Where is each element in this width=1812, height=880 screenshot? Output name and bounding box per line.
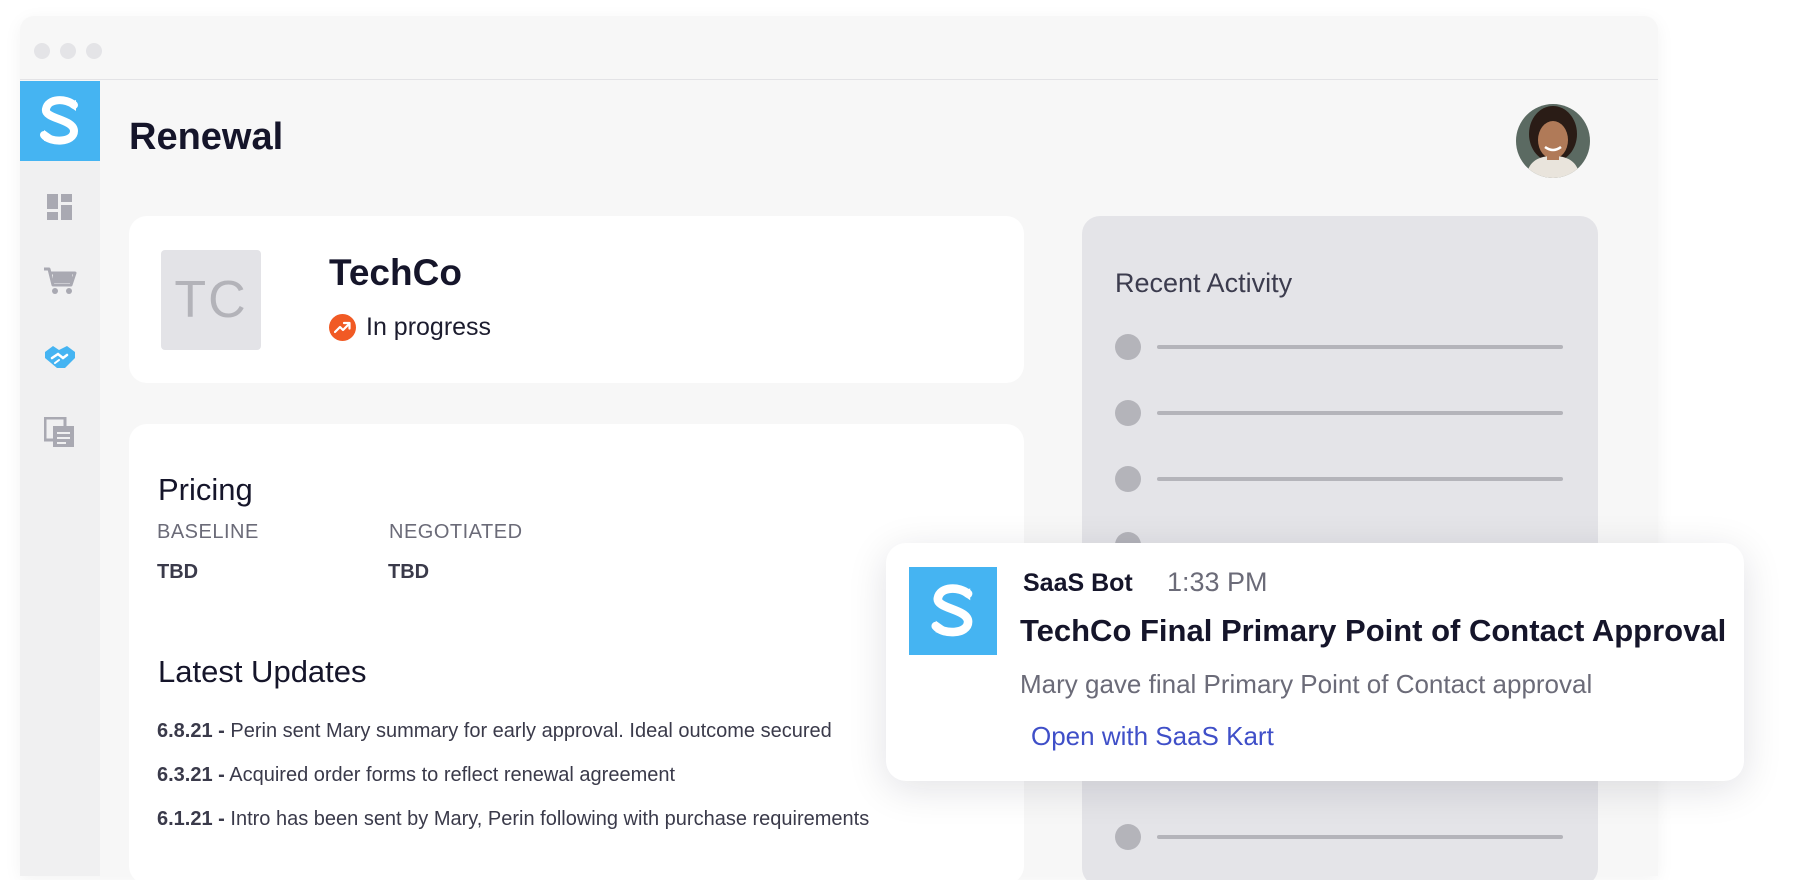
status-label: In progress [366,313,492,341]
activity-item-placeholder [1115,334,1563,360]
update-item: 6.3.21 - Acquired order forms to reflect… [157,764,675,787]
update-text: Intro has been sent by Mary, Perin follo… [224,808,870,830]
bot-timestamp: 1:33 PM [1167,567,1268,597]
activity-dot [1115,400,1141,426]
activity-line [1157,345,1563,349]
pricing-heading: Pricing [158,472,253,507]
activity-line [1157,411,1563,415]
activity-item-placeholder [1115,466,1563,492]
negotiated-value: TBD [388,561,430,583]
handshake-icon [45,346,75,368]
documents-icon [44,417,74,447]
company-card: TC TechCo In progress [129,216,1024,383]
bot-sender-name: SaaS Bot [1023,569,1133,597]
activity-dot [1115,334,1141,360]
company-name: TechCo [329,252,462,293]
activity-item-placeholder [1115,400,1563,426]
activity-dot [1115,466,1141,492]
saas-bot-logo [909,567,997,655]
sidebar-item-cart[interactable] [42,263,78,299]
update-date: 6.8.21 - [157,720,225,742]
update-text: Acquired order forms to reflect renewal … [224,764,676,786]
update-date: 6.1.21 - [157,808,225,830]
negotiated-label: NEGOTIATED [389,521,523,543]
open-with-saas-kart-link[interactable]: Open with SaaS Kart [1031,721,1274,752]
activity-line [1157,835,1563,839]
update-text: Perin sent Mary summary for early approv… [224,720,832,742]
cart-icon [44,267,77,294]
user-avatar[interactable] [1516,104,1590,178]
update-item: 6.1.21 - Intro has been sent by Mary, Pe… [157,808,869,831]
trending-up-icon [329,314,356,341]
company-initials-avatar: TC [161,250,261,350]
notification-body: Mary gave final Primary Point of Contact… [1020,669,1593,699]
sidebar-item-documents[interactable] [42,415,78,451]
window-close-dot[interactable] [34,43,50,59]
update-date: 6.3.21 - [157,764,225,786]
sidebar-item-renewals[interactable] [42,339,78,375]
dashboard-icon [47,194,72,220]
latest-updates-heading: Latest Updates [158,654,367,689]
user-avatar-image [1516,104,1590,178]
sidebar-item-dashboard[interactable] [42,189,78,225]
window-minimize-dot[interactable] [60,43,76,59]
recent-activity-title: Recent Activity [1115,268,1293,298]
notification-title: TechCo Final Primary Point of Contact Ap… [1020,613,1727,648]
page-title: Renewal [129,116,284,158]
bot-notification[interactable]: SaaS Bot 1:33 PM TechCo Final Primary Po… [886,543,1744,781]
activity-line [1157,477,1563,481]
s-logo-icon [40,96,79,145]
activity-dot [1115,824,1141,850]
window-titlebar [20,16,1658,80]
activity-item-placeholder [1115,824,1563,850]
baseline-value: TBD [157,561,199,583]
update-item: 6.8.21 - Perin sent Mary summary for ear… [157,720,832,743]
window-maximize-dot[interactable] [86,43,102,59]
baseline-label: BASELINE [157,521,259,543]
status-indicator: In progress [329,313,491,342]
app-logo[interactable] [20,81,100,161]
sidebar [20,81,100,876]
s-logo-icon [931,584,973,637]
